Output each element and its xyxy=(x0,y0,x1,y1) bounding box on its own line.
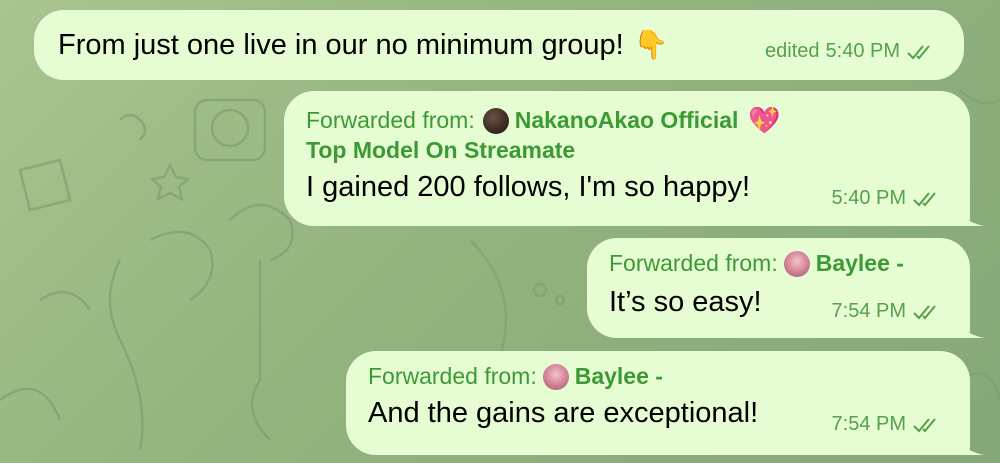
avatar xyxy=(783,250,810,277)
message-meta: 7:54 PM xyxy=(832,300,940,323)
message-time: 7:54 PM xyxy=(831,300,906,322)
forward-sender-name[interactable]: NakanoAkao Official xyxy=(515,107,739,134)
avatar xyxy=(542,363,569,390)
message-bubble[interactable]: From just one live in our no minimum gro… xyxy=(34,10,964,80)
message-text: From just one live in our no minimum gro… xyxy=(58,28,669,62)
message-text: And the gains are exceptional! xyxy=(368,397,759,429)
message-bubble[interactable]: Forwarded from: Baylee - And the gains a… xyxy=(346,351,984,455)
sparkling-heart-icon: 💖 xyxy=(748,105,781,135)
message-time: 5:40 PM xyxy=(825,40,900,62)
forward-header: Forwarded from: Baylee - xyxy=(609,250,904,277)
double-check-icon xyxy=(913,417,936,432)
forward-subtitle: Top Model On Streamate xyxy=(306,137,576,163)
message-text-content: From just one live in our no minimum gro… xyxy=(58,29,624,61)
double-check-icon xyxy=(907,44,930,59)
forward-label: Forwarded from: xyxy=(609,250,778,276)
edited-label: edited xyxy=(765,40,820,62)
double-check-icon xyxy=(913,304,936,319)
forward-label: Forwarded from: xyxy=(368,363,537,389)
message-text: I gained 200 follows, I'm so happy! xyxy=(306,171,751,203)
bubble-tail xyxy=(954,427,984,455)
bubble-tail xyxy=(954,310,984,338)
forward-sender-name[interactable]: Baylee - xyxy=(575,363,663,390)
forward-header: Forwarded from: NakanoAkao Official 💖 xyxy=(306,105,781,136)
message-time: 5:40 PM xyxy=(831,187,906,209)
message-meta: edited 5:40 PM xyxy=(765,40,934,63)
forward-subtitle-row: Top Model On Streamate xyxy=(306,137,575,164)
avatar xyxy=(482,107,509,134)
forward-header: Forwarded from: Baylee - xyxy=(368,363,663,390)
bubble-tail xyxy=(954,198,984,226)
forward-sender-name[interactable]: Baylee - xyxy=(816,250,904,277)
message-time: 7:54 PM xyxy=(831,413,906,435)
backhand-index-pointing-down-icon: 👇 xyxy=(633,29,669,60)
forward-label: Forwarded from: xyxy=(306,107,475,133)
message-meta: 5:40 PM xyxy=(832,187,940,210)
message-bubble[interactable]: Forwarded from: Baylee - It’s so easy! 7… xyxy=(587,238,984,338)
message-bubble[interactable]: Forwarded from: NakanoAkao Official 💖 To… xyxy=(284,91,984,226)
double-check-icon xyxy=(913,191,936,206)
message-text: It’s so easy! xyxy=(609,286,762,318)
message-meta: 7:54 PM xyxy=(832,413,940,436)
